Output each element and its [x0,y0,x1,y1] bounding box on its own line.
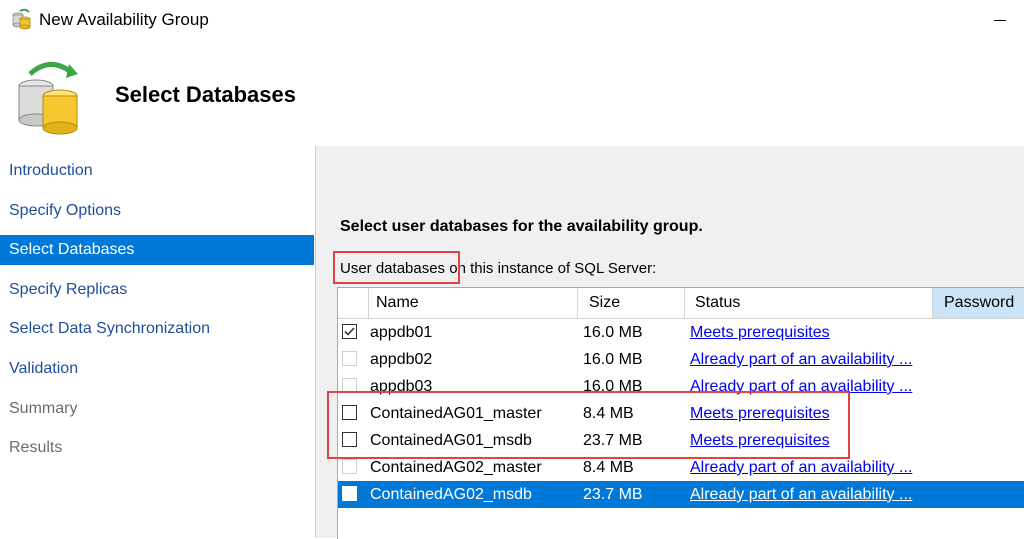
table-row[interactable]: ContainedAG02_master 8.4 MB Already part… [338,454,1024,481]
unchecked-checkbox[interactable] [342,405,357,420]
select-databases-icon [18,62,78,135]
database-name: appdb02 [370,351,433,368]
database-size: 23.7 MB [583,486,643,503]
disabled-checkbox [342,378,357,393]
disabled-checkbox [342,351,357,366]
status-link[interactable]: Meets prerequisites [690,319,930,346]
database-name: ContainedAG01_msdb [370,432,532,449]
column-header-status[interactable]: Status [685,288,933,318]
database-size: 16.0 MB [583,351,643,368]
database-size: 16.0 MB [583,324,643,341]
databases-grid[interactable]: Name Size Status Password appdb01 16.0 M… [337,287,1024,539]
table-row[interactable]: ContainedAG01_msdb 23.7 MB Meets prerequ… [338,427,1024,454]
nav-item-results: Results [9,439,63,456]
status-link[interactable]: Already part of an availability ... [690,454,930,481]
status-link[interactable]: Meets prerequisites [690,427,930,454]
database-size: 16.0 MB [583,378,643,395]
minimize-button[interactable] [994,4,1018,32]
instructions-text: Select user databases for the availabili… [340,218,703,235]
user-databases-label-prefix: User databases [340,260,446,277]
table-row-selected[interactable]: ContainedAG02_msdb 23.7 MB Already part … [338,481,1024,508]
nav-item-select-data-synchronization[interactable]: Select Data Synchronization [0,314,314,344]
database-name: appdb01 [370,324,433,341]
table-row[interactable]: appdb03 16.0 MB Already part of an avail… [338,373,1024,400]
title-bar: New Availability Group [0,0,1024,40]
checked-checkbox[interactable] [342,324,357,339]
disabled-checkbox [342,486,357,501]
availability-group-app-icon [12,8,31,30]
database-name: ContainedAG01_master [370,405,542,422]
status-link[interactable]: Already part of an availability ... [690,346,930,373]
nav-item-introduction[interactable]: Introduction [0,156,314,186]
window-title: New Availability Group [39,10,209,29]
user-databases-label: User databases on this instance of SQL S… [340,260,656,277]
database-name: ContainedAG02_msdb [370,486,532,503]
database-size: 8.4 MB [583,459,634,476]
nav-item-specify-options[interactable]: Specify Options [0,196,314,226]
status-link[interactable]: Meets prerequisites [690,400,930,427]
status-link[interactable]: Already part of an availability ... [690,481,930,508]
nav-item-summary: Summary [9,400,78,417]
status-link[interactable]: Already part of an availability ... [690,373,930,400]
database-name: ContainedAG02_master [370,459,542,476]
nav-item-select-databases[interactable]: Select Databases [0,235,314,265]
column-header-name[interactable]: Name [369,288,578,318]
column-header-size[interactable]: Size [578,288,685,318]
database-size: 23.7 MB [583,432,643,449]
database-name: appdb03 [370,378,433,395]
wizard-nav: Introduction Specify Options Select Data… [0,146,316,538]
unchecked-checkbox[interactable] [342,432,357,447]
disabled-checkbox [342,459,357,474]
table-row[interactable]: ContainedAG01_master 8.4 MB Meets prereq… [338,400,1024,427]
column-checkbox-header [338,288,369,318]
table-row[interactable]: appdb01 16.0 MB Meets prerequisites [338,319,1024,346]
page-header: Select Databases [0,40,1024,186]
user-databases-label-suffix: on this instance of SQL Server: [445,260,657,277]
page-title: Select Databases [115,82,296,107]
column-header-password[interactable]: Password [933,288,1024,318]
database-size: 8.4 MB [583,405,634,422]
nav-item-specify-replicas[interactable]: Specify Replicas [0,275,314,305]
table-row[interactable]: appdb02 16.0 MB Already part of an avail… [338,346,1024,373]
grid-header: Name Size Status Password [338,288,1024,319]
nav-item-validation[interactable]: Validation [0,354,314,384]
